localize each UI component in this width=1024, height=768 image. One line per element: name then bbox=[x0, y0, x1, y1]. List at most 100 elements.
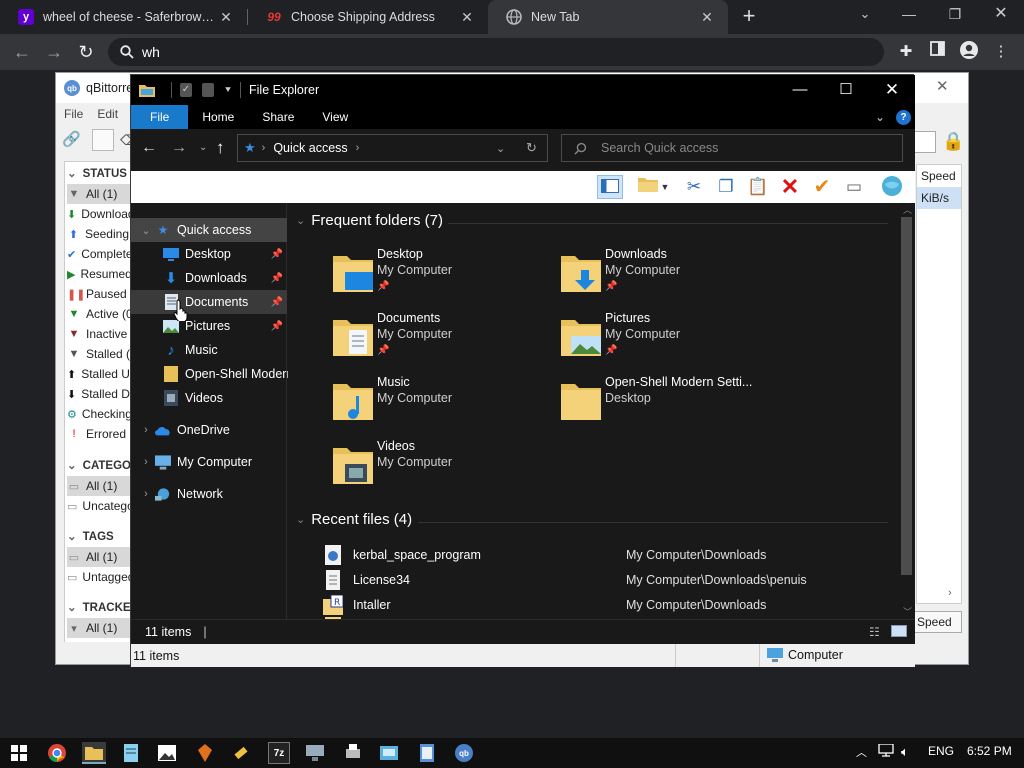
new-tab-button[interactable]: + bbox=[737, 4, 761, 30]
minimize-button[interactable]: — bbox=[886, 0, 932, 30]
start-button[interactable] bbox=[8, 742, 30, 764]
side-panel-icon[interactable] bbox=[926, 41, 948, 63]
tag-item[interactable]: ▭ All (1) bbox=[67, 547, 135, 567]
help-icon[interactable]: ? bbox=[896, 110, 911, 125]
folder-tile-desktop[interactable]: Desktop My Computer 📌 bbox=[331, 247, 561, 307]
filter-item[interactable]: ⬇Stalled Downloading (1) bbox=[67, 384, 135, 404]
network-taskbar-icon[interactable] bbox=[304, 742, 326, 764]
profile-icon[interactable] bbox=[958, 41, 980, 63]
new-folder-icon[interactable] bbox=[635, 175, 661, 199]
app-taskbar-icon[interactable] bbox=[194, 742, 216, 764]
add-torrent-file-icon[interactable] bbox=[92, 129, 114, 151]
omnibox-input[interactable] bbox=[142, 44, 742, 60]
menu-edit[interactable]: Edit bbox=[97, 107, 118, 121]
close-icon[interactable]: ✕ bbox=[936, 77, 949, 95]
chevron-down-icon[interactable]: ⌄ bbox=[139, 224, 153, 237]
link-icon[interactable]: 🔗 bbox=[62, 129, 84, 151]
close-button[interactable]: ✕ bbox=[978, 0, 1024, 30]
forward-icon[interactable]: → bbox=[171, 139, 187, 157]
search-input[interactable]: Search Quick access bbox=[561, 134, 903, 162]
new-folder-dropdown-icon[interactable]: ▼ bbox=[659, 175, 671, 199]
browser-tab-yahoo[interactable]: y wheel of cheese - Saferbrowser Ya ✕ bbox=[0, 0, 247, 34]
refresh-icon[interactable]: ↻ bbox=[526, 140, 537, 156]
nav-my-computer[interactable]: › My Computer bbox=[131, 450, 287, 474]
recent-files-header[interactable]: ⌄ Recent files (4) bbox=[296, 511, 412, 528]
paste-icon[interactable]: 📋 bbox=[745, 175, 771, 199]
address-dropdown-icon[interactable]: ⌄ bbox=[496, 142, 505, 155]
filter-item[interactable]: ❚❚Paused (0) bbox=[67, 284, 135, 304]
checkmark-icon[interactable]: ✔ bbox=[809, 175, 835, 199]
nav-open-shell[interactable]: Open-Shell Modern Settings bbox=[131, 362, 342, 386]
notepad-taskbar-icon[interactable] bbox=[120, 742, 142, 764]
copy-icon[interactable]: ❐ bbox=[713, 175, 739, 199]
navigation-pane-icon[interactable] bbox=[597, 175, 623, 199]
minimize-button[interactable]: — bbox=[777, 75, 823, 105]
maximize-button[interactable]: ☐ bbox=[823, 75, 869, 105]
menu-file[interactable]: File bbox=[64, 107, 83, 121]
new-folder-icon[interactable] bbox=[202, 83, 214, 97]
chevron-right-icon[interactable]: › bbox=[139, 424, 153, 436]
remote-desktop-taskbar-icon[interactable] bbox=[378, 742, 400, 764]
search-field[interactable] bbox=[914, 131, 936, 153]
status-header[interactable]: ⌄ STATUS bbox=[67, 166, 127, 180]
eraser-taskbar-icon[interactable] bbox=[230, 742, 252, 764]
scroll-up-icon[interactable]: ︿ bbox=[903, 203, 912, 216]
forward-icon[interactable]: → bbox=[42, 40, 66, 64]
close-tab-icon[interactable]: ✕ bbox=[458, 9, 476, 26]
filter-item[interactable]: ▼ All (1) bbox=[67, 184, 135, 204]
photos-taskbar-icon[interactable] bbox=[156, 742, 178, 764]
chevron-right-icon[interactable]: › bbox=[139, 456, 153, 468]
close-tab-icon[interactable]: ✕ bbox=[217, 9, 235, 26]
delete-icon[interactable]: ✕ bbox=[777, 175, 803, 199]
nav-music[interactable]: ♪ Music bbox=[131, 338, 287, 362]
language-indicator[interactable]: ENG bbox=[928, 744, 954, 758]
tags-header[interactable]: ⌄ TAGS bbox=[67, 529, 114, 543]
chevron-right-icon[interactable]: › bbox=[139, 488, 153, 500]
nav-videos[interactable]: Videos bbox=[131, 386, 287, 410]
filter-item[interactable]: ▶Resumed (1) bbox=[67, 264, 135, 284]
notifications-icon[interactable] bbox=[1009, 742, 1024, 764]
extensions-icon[interactable]: ✚ bbox=[895, 41, 917, 63]
frequent-folders-header[interactable]: ⌄ Frequent folders (7) bbox=[296, 212, 443, 229]
properties-icon[interactable]: ✓ bbox=[180, 83, 192, 97]
scroll-right-icon[interactable]: › bbox=[948, 587, 952, 599]
filter-item[interactable]: ⚙Checking (0) bbox=[67, 404, 135, 424]
recent-locations-icon[interactable]: ⌄ bbox=[199, 142, 207, 153]
cut-icon[interactable]: ✂ bbox=[681, 175, 707, 199]
details-view-icon[interactable]: ☷ bbox=[869, 625, 880, 639]
filter-item[interactable]: ▼Inactive (1) bbox=[67, 324, 135, 344]
tab-view[interactable]: View bbox=[308, 105, 362, 129]
folder-tile-open-shell[interactable]: Open-Shell Modern Setti... Desktop bbox=[559, 375, 789, 435]
document-taskbar-icon[interactable] bbox=[416, 742, 438, 764]
nav-downloads[interactable]: ⬇ Downloads 📌 bbox=[131, 266, 287, 290]
trackers-header[interactable]: ⌄TRACKERS bbox=[67, 600, 135, 614]
folder-tile-videos[interactable]: Videos My Computer bbox=[331, 439, 561, 499]
speed-value[interactable]: KiB/s bbox=[917, 187, 961, 209]
filter-item[interactable]: !Errored (0) bbox=[67, 424, 135, 444]
show-hidden-icons-icon[interactable]: ︿ bbox=[856, 744, 867, 760]
back-icon[interactable]: ← bbox=[141, 139, 157, 157]
filter-item[interactable]: ⬆Stalled Uploading (0) bbox=[67, 364, 135, 384]
folder-tile-downloads[interactable]: Downloads My Computer 📌 bbox=[559, 247, 789, 307]
rename-icon[interactable]: ▭ bbox=[841, 175, 867, 199]
browser-tab-shipping[interactable]: 99 Choose Shipping Address ✕ bbox=[248, 0, 488, 34]
category-item[interactable]: ▭Uncategorized (1) bbox=[67, 496, 135, 516]
scrollbar-thumb[interactable] bbox=[901, 217, 912, 575]
tab-home[interactable]: Home bbox=[188, 105, 248, 129]
nav-documents[interactable]: Documents 📌 bbox=[131, 290, 287, 314]
speed-column-header[interactable]: Speed bbox=[917, 165, 961, 187]
chevron-down-icon[interactable]: ⌄ bbox=[842, 0, 888, 30]
address-bar[interactable]: ★ › Quick access › ⌄ ↻ bbox=[237, 134, 548, 162]
up-icon[interactable]: ↑ bbox=[216, 138, 225, 158]
scroll-down-icon[interactable]: ﹀ bbox=[903, 605, 912, 618]
close-tab-icon[interactable]: ✕ bbox=[698, 9, 716, 26]
filter-item[interactable]: ⬆Seeding (0) bbox=[67, 224, 135, 244]
nav-onedrive[interactable]: › OneDrive bbox=[131, 418, 287, 442]
large-icons-view-icon[interactable] bbox=[891, 625, 907, 637]
speed-button[interactable]: Speed bbox=[912, 611, 962, 633]
clock[interactable]: 6:52 PM bbox=[967, 744, 1012, 758]
folder-tile-pictures[interactable]: Pictures My Computer 📌 bbox=[559, 311, 789, 371]
filter-item[interactable]: ✔Completed (0) bbox=[67, 244, 135, 264]
file-explorer-taskbar-icon[interactable] bbox=[82, 742, 106, 764]
omnibox[interactable] bbox=[108, 38, 884, 66]
